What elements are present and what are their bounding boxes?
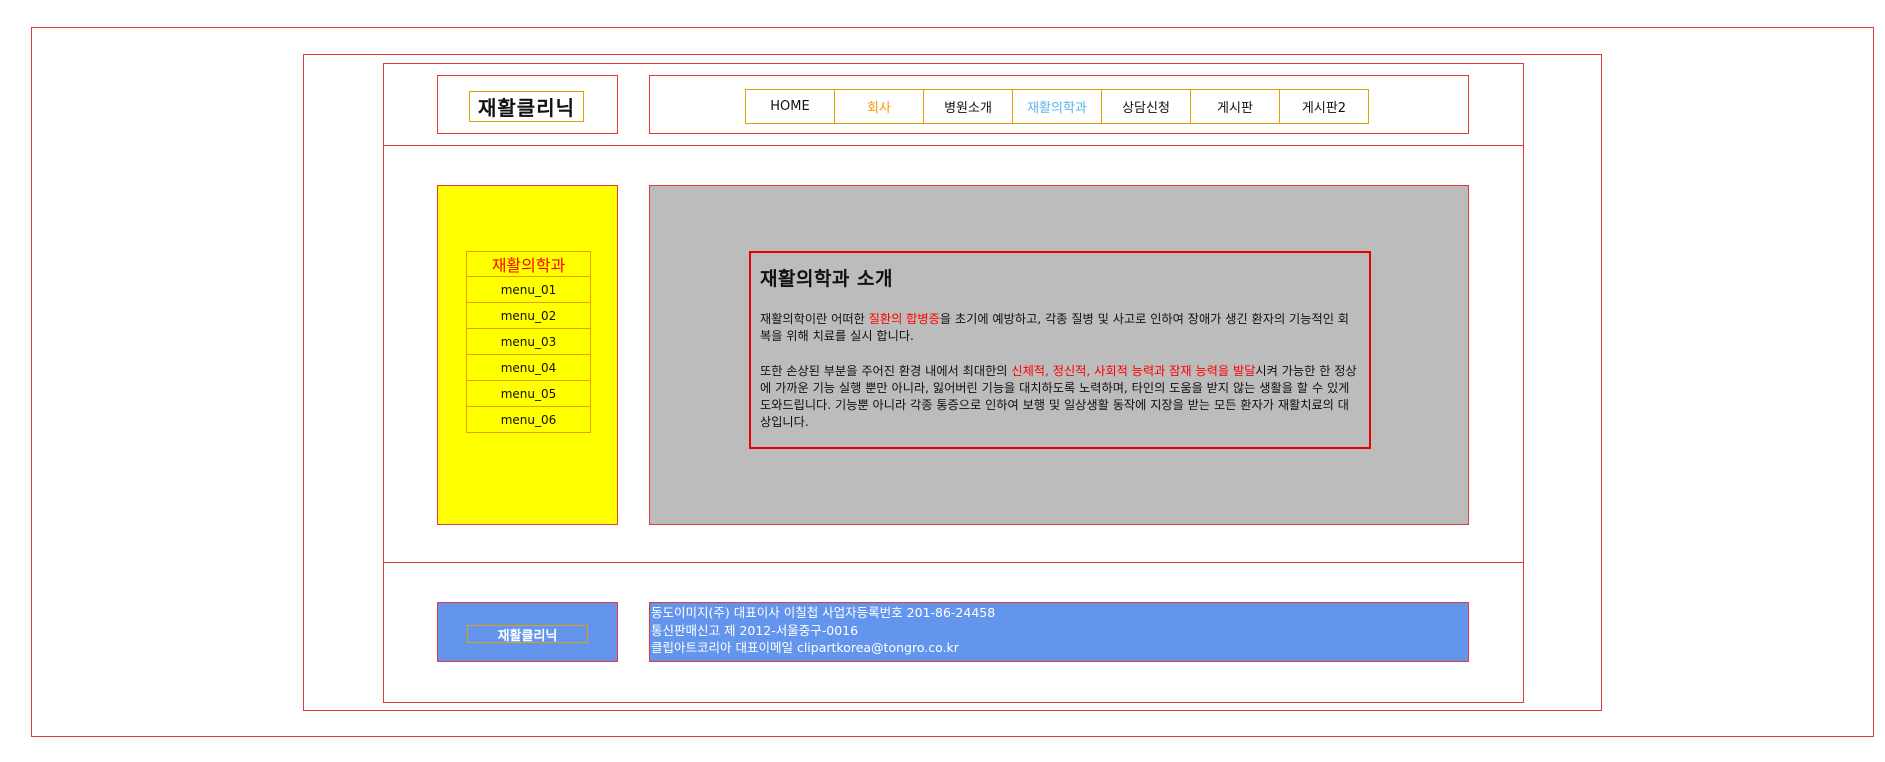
footer-registration-line: 통신판매신고 제 2012-서울중구-0016 [651, 622, 859, 638]
nav-item-6[interactable]: 게시판 [1190, 89, 1280, 124]
footer-info: 동도이미지(주) 대표이사 이칠첩 사업자등록번호 201-86-24458 통… [649, 602, 1469, 662]
main-navigation: HOME 회사 병원소개 재활의학과 상담신청 게시판 게시판2 [649, 75, 1469, 134]
sidebar-item-3[interactable]: menu_03 [466, 329, 591, 355]
sidebar: 재활의학과 menu_01 menu_02 menu_03 menu_04 menu_0… [437, 185, 618, 525]
sidebar-title: 재활의학과 [466, 251, 591, 277]
sidebar-item-6[interactable]: menu_06 [466, 407, 591, 433]
header-divider [384, 145, 1523, 146]
content-box: 재활의학과 소개 재활의학이란 어떠한 질환의 합병증을 초기에 예방하고, 각… [749, 251, 1371, 449]
footer-logo-area: 재활클리닉 [437, 602, 618, 662]
sidebar-item-5[interactable]: menu_05 [466, 381, 591, 407]
nav-item-4[interactable]: 재활의학과 [1012, 89, 1102, 124]
nav-item-5[interactable]: 상담신청 [1101, 89, 1191, 124]
footer-email-line: 클립아트코리아 대표이메일 clipartkorea@tongro.co.kr [651, 640, 959, 655]
paragraph-1-highlight: 질환의 합병증 [868, 312, 940, 326]
content-paragraph-1: 재활의학이란 어떠한 질환의 합병증을 초기에 예방하고, 각종 질병 및 사고… [760, 311, 1360, 345]
nav-item-2[interactable]: 회사 [834, 89, 924, 124]
nav-menu: HOME 회사 병원소개 재활의학과 상담신청 게시판 게시판2 [745, 89, 1369, 124]
footer-company-line: 동도이미지(주) 대표이사 이칠첩 사업자등록번호 201-86-24458 [651, 605, 996, 620]
nav-item-3[interactable]: 병원소개 [923, 89, 1013, 124]
paragraph-2-highlight: 신체적, 정신적, 사회적 능력과 잠재 능력을 발달 [1011, 364, 1256, 378]
sidebar-menu: 재활의학과 menu_01 menu_02 menu_03 menu_04 menu_0… [466, 251, 591, 433]
header-logo-area: 재활클리닉 [437, 75, 618, 134]
content-paragraph-2: 또한 손상된 부분을 주어진 환경 내에서 최대한의 신체적, 정신적, 사회적… [760, 363, 1360, 431]
sidebar-item-2[interactable]: menu_02 [466, 303, 591, 329]
nav-item-7[interactable]: 게시판2 [1279, 89, 1369, 124]
content-title: 재활의학과 소개 [760, 268, 893, 290]
footer-divider [384, 562, 1523, 563]
footer-logo[interactable]: 재활클리닉 [467, 625, 588, 644]
sidebar-item-1[interactable]: menu_01 [466, 277, 591, 303]
paragraph-1-text-start: 재활의학이란 어떠한 [760, 312, 869, 326]
sidebar-item-4[interactable]: menu_04 [466, 355, 591, 381]
main-content-area: 재활의학과 소개 재활의학이란 어떠한 질환의 합병증을 초기에 예방하고, 각… [649, 185, 1469, 525]
nav-item-1[interactable]: HOME [745, 89, 835, 124]
site-logo[interactable]: 재활클리닉 [469, 91, 584, 122]
paragraph-2-text-start: 또한 손상된 부분을 주어진 환경 내에서 최대한의 [760, 364, 1012, 378]
